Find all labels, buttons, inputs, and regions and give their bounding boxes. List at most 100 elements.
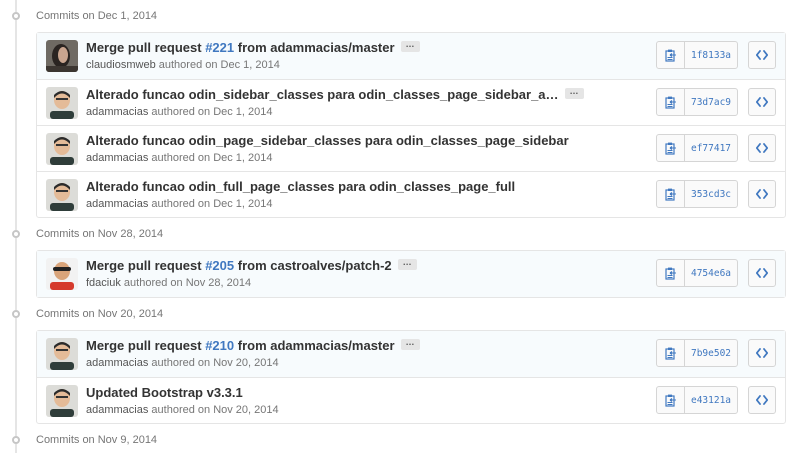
code-icon[interactable]: [748, 134, 776, 162]
commit-group: Commits on Dec 1, 2014 Merge pull request…: [0, 0, 800, 218]
commit-row: Merge pull request #210 from adammacias/…: [37, 331, 785, 377]
clipboard-icon[interactable]: [657, 135, 685, 161]
avatar[interactable]: [46, 40, 78, 72]
commit-list: Merge pull request #210 from adammacias/…: [36, 330, 786, 424]
commit-meta: adammacias authored on Dec 1, 2014: [86, 106, 273, 118]
commit-row: Updated Bootstrap v3.3.1 adammacias autho…: [37, 377, 785, 423]
commit-message[interactable]: Merge pull request: [86, 338, 205, 353]
commit-sha-link[interactable]: 73d7ac9: [685, 89, 737, 115]
code-icon[interactable]: [748, 88, 776, 116]
commit-title[interactable]: Merge pull request #210 from adammacias/…: [86, 338, 420, 353]
commit-message-suffix[interactable]: from adammacias/master: [234, 338, 395, 353]
commit-title[interactable]: Merge pull request #205 from castroalves…: [86, 258, 417, 273]
commit-group: Commits on Nov 9, 2014: [0, 424, 800, 453]
commit-group: Commits on Nov 20, 2014 Merge pull reques…: [0, 298, 800, 424]
commit-list: Merge pull request #205 from castroalves…: [36, 250, 786, 298]
commit-message[interactable]: Merge pull request: [86, 258, 205, 273]
commit-meta: adammacias authored on Nov 20, 2014: [86, 357, 279, 369]
code-icon[interactable]: [748, 41, 776, 69]
commit-title[interactable]: Alterado funcao odin_full_page_classes p…: [86, 179, 515, 194]
code-icon[interactable]: [748, 339, 776, 367]
commit-sha-link[interactable]: 7b9e502: [685, 340, 737, 366]
authored-date: authored on Dec 1, 2014: [148, 106, 273, 118]
clipboard-icon[interactable]: [657, 260, 685, 286]
commit-author[interactable]: adammacias: [86, 198, 148, 210]
commit-sha-link[interactable]: 1f8133a: [685, 42, 737, 68]
commit-row: Alterado funcao odin_full_page_classes p…: [37, 171, 785, 217]
avatar[interactable]: [46, 258, 78, 290]
pull-request-link[interactable]: #205: [205, 258, 234, 273]
commit-title[interactable]: Updated Bootstrap v3.3.1: [86, 385, 243, 400]
clipboard-icon[interactable]: [657, 42, 685, 68]
clipboard-icon[interactable]: [657, 387, 685, 413]
git-commit-icon: [9, 310, 23, 318]
commit-date-label: Commits on Dec 1, 2014: [36, 10, 158, 22]
sha-button-group: 7b9e502: [656, 339, 738, 367]
avatar[interactable]: [46, 87, 78, 119]
commit-group-header: Commits on Dec 1, 2014: [0, 0, 800, 32]
expand-message-button[interactable]: …: [400, 40, 420, 53]
commit-message[interactable]: Alterado funcao odin_page_sidebar_classe…: [86, 133, 569, 148]
sha-button-group: e43121a: [656, 386, 738, 414]
commit-sha-link[interactable]: 353cd3c: [685, 181, 737, 207]
expand-message-button[interactable]: …: [397, 258, 417, 271]
expand-message-button[interactable]: …: [564, 87, 584, 100]
commit-row: Alterado funcao odin_sidebar_classes par…: [37, 79, 785, 125]
sha-button-group: 4754e6a: [656, 259, 738, 287]
pull-request-link[interactable]: #210: [205, 338, 234, 353]
commit-date-label: Commits on Nov 20, 2014: [36, 308, 164, 320]
pull-request-link[interactable]: #221: [205, 40, 234, 55]
commit-author[interactable]: adammacias: [86, 404, 148, 416]
authored-date: authored on Dec 1, 2014: [148, 198, 273, 210]
commit-list: Merge pull request #221 from adammacias/…: [36, 32, 786, 218]
commit-message[interactable]: Alterado funcao odin_sidebar_classes par…: [86, 87, 559, 102]
avatar[interactable]: [46, 133, 78, 165]
commit-author[interactable]: adammacias: [86, 106, 148, 118]
commit-message[interactable]: Alterado funcao odin_full_page_classes p…: [86, 179, 515, 194]
sha-button-group: 353cd3c: [656, 180, 738, 208]
commit-author[interactable]: claudiosmweb: [86, 59, 156, 71]
authored-date: authored on Nov 20, 2014: [148, 357, 279, 369]
commit-message[interactable]: Merge pull request: [86, 40, 205, 55]
commit-author[interactable]: fdaciuk: [86, 277, 121, 289]
commit-date-label: Commits on Nov 9, 2014: [36, 434, 158, 446]
commit-message-suffix[interactable]: from castroalves/patch-2: [234, 258, 392, 273]
code-icon[interactable]: [748, 180, 776, 208]
commit-sha-link[interactable]: ef77417: [685, 135, 737, 161]
commit-group-header: Commits on Nov 9, 2014: [0, 424, 800, 453]
commit-row: Merge pull request #205 from castroalves…: [37, 251, 785, 297]
commit-sha-link[interactable]: e43121a: [685, 387, 737, 413]
commit-message-suffix[interactable]: from adammacias/master: [234, 40, 395, 55]
commit-meta: adammacias authored on Dec 1, 2014: [86, 152, 273, 164]
commit-title[interactable]: Merge pull request #221 from adammacias/…: [86, 40, 420, 55]
sha-button-group: 73d7ac9: [656, 88, 738, 116]
commit-author[interactable]: adammacias: [86, 357, 148, 369]
git-commit-icon: [9, 436, 23, 444]
clipboard-icon[interactable]: [657, 181, 685, 207]
commit-group-header: Commits on Nov 20, 2014: [0, 298, 800, 330]
commit-row: Merge pull request #221 from adammacias/…: [37, 33, 785, 79]
code-icon[interactable]: [748, 259, 776, 287]
commit-group: Commits on Nov 28, 2014 Merge pull reques…: [0, 218, 800, 298]
avatar[interactable]: [46, 385, 78, 417]
avatar[interactable]: [46, 338, 78, 370]
code-icon[interactable]: [748, 386, 776, 414]
sha-button-group: 1f8133a: [656, 41, 738, 69]
commit-message[interactable]: Updated Bootstrap v3.3.1: [86, 385, 243, 400]
sha-button-group: ef77417: [656, 134, 738, 162]
commits-listing: Commits on Dec 1, 2014 Merge pull request…: [0, 0, 800, 453]
commit-meta: adammacias authored on Dec 1, 2014: [86, 198, 273, 210]
avatar[interactable]: [46, 179, 78, 211]
expand-message-button[interactable]: …: [400, 338, 420, 351]
commit-title[interactable]: Alterado funcao odin_page_sidebar_classe…: [86, 133, 569, 148]
authored-date: authored on Nov 28, 2014: [120, 277, 252, 289]
commit-meta: claudiosmweb authored on Dec 1, 2014: [86, 59, 280, 71]
commit-group-header: Commits on Nov 28, 2014: [0, 218, 800, 250]
clipboard-icon[interactable]: [657, 89, 685, 115]
authored-date: authored on Dec 1, 2014: [155, 59, 280, 71]
clipboard-icon[interactable]: [657, 340, 685, 366]
commit-sha-link[interactable]: 4754e6a: [685, 260, 737, 286]
commit-author[interactable]: adammacias: [86, 152, 148, 164]
commit-meta: adammacias authored on Nov 20, 2014: [86, 404, 279, 416]
commit-title[interactable]: Alterado funcao odin_sidebar_classes par…: [86, 87, 584, 102]
